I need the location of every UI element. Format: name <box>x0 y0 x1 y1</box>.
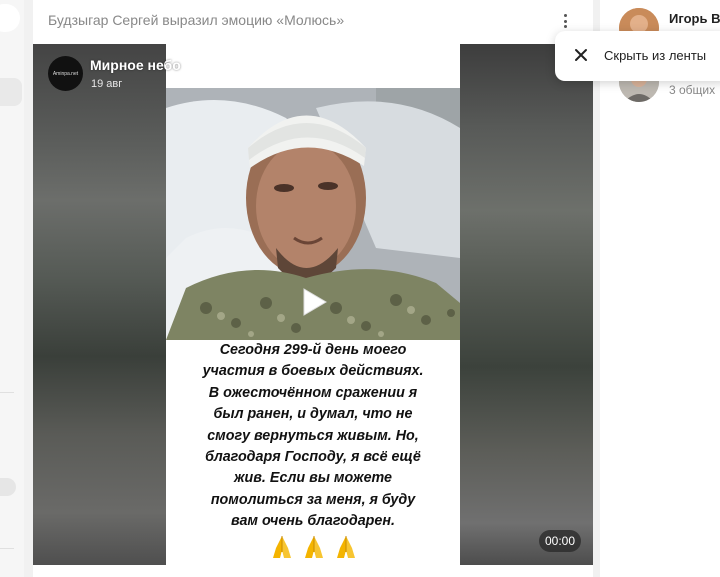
video-duration: 00:00 <box>539 530 581 552</box>
caption-line: участия в боевых действиях. <box>202 363 424 380</box>
caption-line: вам очень благодарен. <box>231 513 395 530</box>
caption-line: В ожесточённом сражении я <box>208 384 418 401</box>
left-toggle[interactable] <box>0 478 16 496</box>
post-context-menu: Скрыть из ленты <box>555 31 720 81</box>
right-sidebar: Игорь В 3 общих <box>600 0 720 577</box>
source-date: 19 авг <box>91 78 123 90</box>
play-icon[interactable] <box>296 285 330 319</box>
folded-hands-icon <box>305 536 323 558</box>
caption-line: смогу вернуться живым. Но, <box>207 427 419 444</box>
mutual-friends-count: 3 общих <box>669 83 716 97</box>
source-name[interactable]: Мирное небо <box>90 57 181 73</box>
left-nav-item-active[interactable] <box>0 78 22 106</box>
folded-hands-icon <box>337 536 355 558</box>
caption-line: помолиться за меня, я буду <box>210 491 416 508</box>
caption-line: благодаря Господу, я всё ещё <box>205 449 421 466</box>
folded-hands-icon <box>273 536 291 558</box>
caption-line: жив. Если вы можете <box>234 470 392 487</box>
close-icon[interactable] <box>574 48 588 62</box>
kebab-icon[interactable] <box>559 10 571 32</box>
post-activity-text[interactable]: Будзыгар Сергей выразил эмоцию «Молюсь» <box>48 12 344 28</box>
video-blur-background-right <box>460 44 593 565</box>
friend-suggestion-name[interactable]: Игорь В <box>669 11 720 26</box>
caption-line: был ранен, и думал, что не <box>213 406 413 423</box>
left-nav-item[interactable] <box>0 4 20 32</box>
left-sidebar-edge <box>0 0 24 577</box>
video-blur-background-left <box>33 44 166 565</box>
post-header: Будзыгар Сергей выразил эмоцию «Молюсь» <box>33 0 593 44</box>
left-divider <box>0 392 14 393</box>
caption-line: Сегодня 299-й день моего <box>219 342 407 358</box>
feed-post-card: Будзыгар Сергей выразил эмоцию «Молюсь» <box>33 0 593 577</box>
hide-from-feed-item[interactable]: Скрыть из ленты <box>604 48 706 63</box>
pray-emoji-row <box>269 534 359 562</box>
video-player[interactable]: Сегодня 299-й день моего участия в боевы… <box>33 44 593 565</box>
video-caption: Сегодня 299-й день моего участия в боевы… <box>166 340 460 533</box>
left-divider <box>0 548 14 549</box>
source-avatar[interactable]: Aminрa.net <box>48 56 83 91</box>
